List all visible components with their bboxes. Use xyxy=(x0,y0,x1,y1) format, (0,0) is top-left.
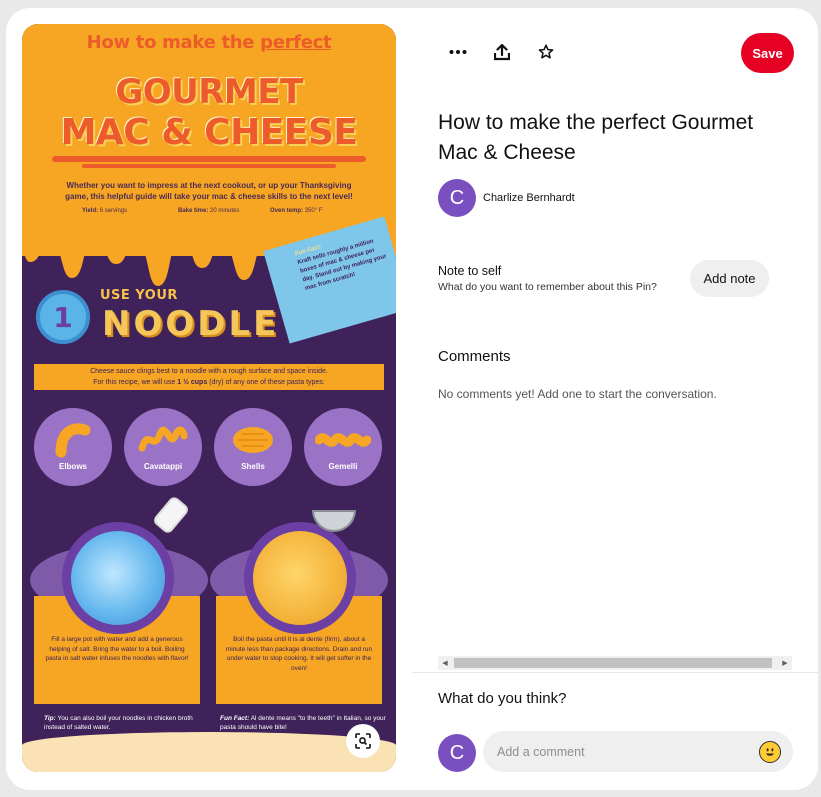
pin-image-title-line2: MAC & CHEESE xyxy=(60,112,358,153)
note-to-self-subtitle: What do you want to remember about this … xyxy=(438,281,657,293)
meta-bake-time: Bake time: 20 minutes xyxy=(178,208,240,214)
title-underline xyxy=(52,156,366,162)
horizontal-scrollbar[interactable]: ◀ ▶ xyxy=(438,656,792,670)
pin-image-subtitle: How to make the perfect xyxy=(86,32,332,53)
author-avatar[interactable]: C xyxy=(438,179,476,217)
pin-image-title-line1: GOURMET xyxy=(115,72,303,112)
user-avatar[interactable]: C xyxy=(438,734,476,772)
add-note-button[interactable]: Add note xyxy=(690,260,769,297)
more-horizontal-icon xyxy=(449,50,467,54)
tip-note: Tip: You can also boil your noodles in c… xyxy=(44,715,193,731)
noodle-note-line2: For this recipe, we will use 1 ½ cups (d… xyxy=(93,379,325,386)
title-underline-thin xyxy=(82,164,336,168)
step-number-badge: 1 xyxy=(36,290,90,344)
save-button[interactable]: Save xyxy=(741,33,794,73)
meta-oven-temp: Oven temp: 350° F xyxy=(270,208,323,214)
smiley-emoji-icon xyxy=(766,748,774,756)
note-to-self-title: Note to self xyxy=(438,264,502,278)
shell-pasta-icon xyxy=(233,427,273,453)
pasta-type-elbows: Elbows xyxy=(34,408,112,486)
comments-heading: Comments xyxy=(438,348,511,365)
comment-box[interactable] xyxy=(483,731,793,772)
gemelli-pasta-icon xyxy=(315,433,371,447)
step-lead-text: USE YOUR xyxy=(100,288,178,303)
elbow-pasta-icon xyxy=(55,423,91,458)
noodle-note-strip: Cheese sauce clings best to a noodle wit… xyxy=(34,364,384,390)
more-options-button[interactable] xyxy=(442,36,474,68)
step-word: NOODLE xyxy=(102,304,280,344)
noodle-note-line1: Cheese sauce clings best to a noodle wit… xyxy=(90,368,328,375)
salt-shaker-graphic xyxy=(151,494,191,536)
comment-input[interactable] xyxy=(497,731,747,772)
composer-heading: What do you think? xyxy=(438,690,567,707)
cheese-sauce-base xyxy=(22,732,396,772)
composer-divider xyxy=(412,672,818,673)
emoji-picker-button[interactable] xyxy=(759,741,781,763)
pasta-type-shells: Shells xyxy=(214,408,292,486)
pasta-type-cavatappi: Cavatappi xyxy=(124,408,202,486)
star-icon xyxy=(538,44,554,59)
pasta-type-gemelli: Gemelli xyxy=(304,408,382,486)
scroll-right-icon[interactable]: ▶ xyxy=(778,656,792,670)
favorite-button[interactable] xyxy=(530,36,562,68)
visual-search-button[interactable] xyxy=(346,724,380,758)
pasta-pot-graphic xyxy=(244,522,356,634)
meta-yield: Yield: 6 servings xyxy=(82,208,128,214)
share-button[interactable] xyxy=(486,36,518,68)
no-comments-message: No comments yet! Add one to start the co… xyxy=(438,387,717,401)
cavatappi-pasta-icon xyxy=(138,426,188,452)
pin-image[interactable]: How to make the perfect GOURMET MAC & CH… xyxy=(22,24,396,772)
scroll-left-icon[interactable]: ◀ xyxy=(438,656,452,670)
visual-search-icon xyxy=(355,733,371,749)
pin-title: How to make the perfect Gourmet Mac & Ch… xyxy=(438,111,754,164)
pin-image-intro: Whether you want to impress at the next … xyxy=(65,181,353,201)
share-upload-icon xyxy=(494,43,510,60)
author-name[interactable]: Charlize Bernhardt xyxy=(483,192,575,204)
scrollbar-thumb[interactable] xyxy=(454,658,772,668)
water-pot-graphic xyxy=(62,522,174,634)
pin-closeup-card: How to make the perfect GOURMET MAC & CH… xyxy=(6,8,818,790)
